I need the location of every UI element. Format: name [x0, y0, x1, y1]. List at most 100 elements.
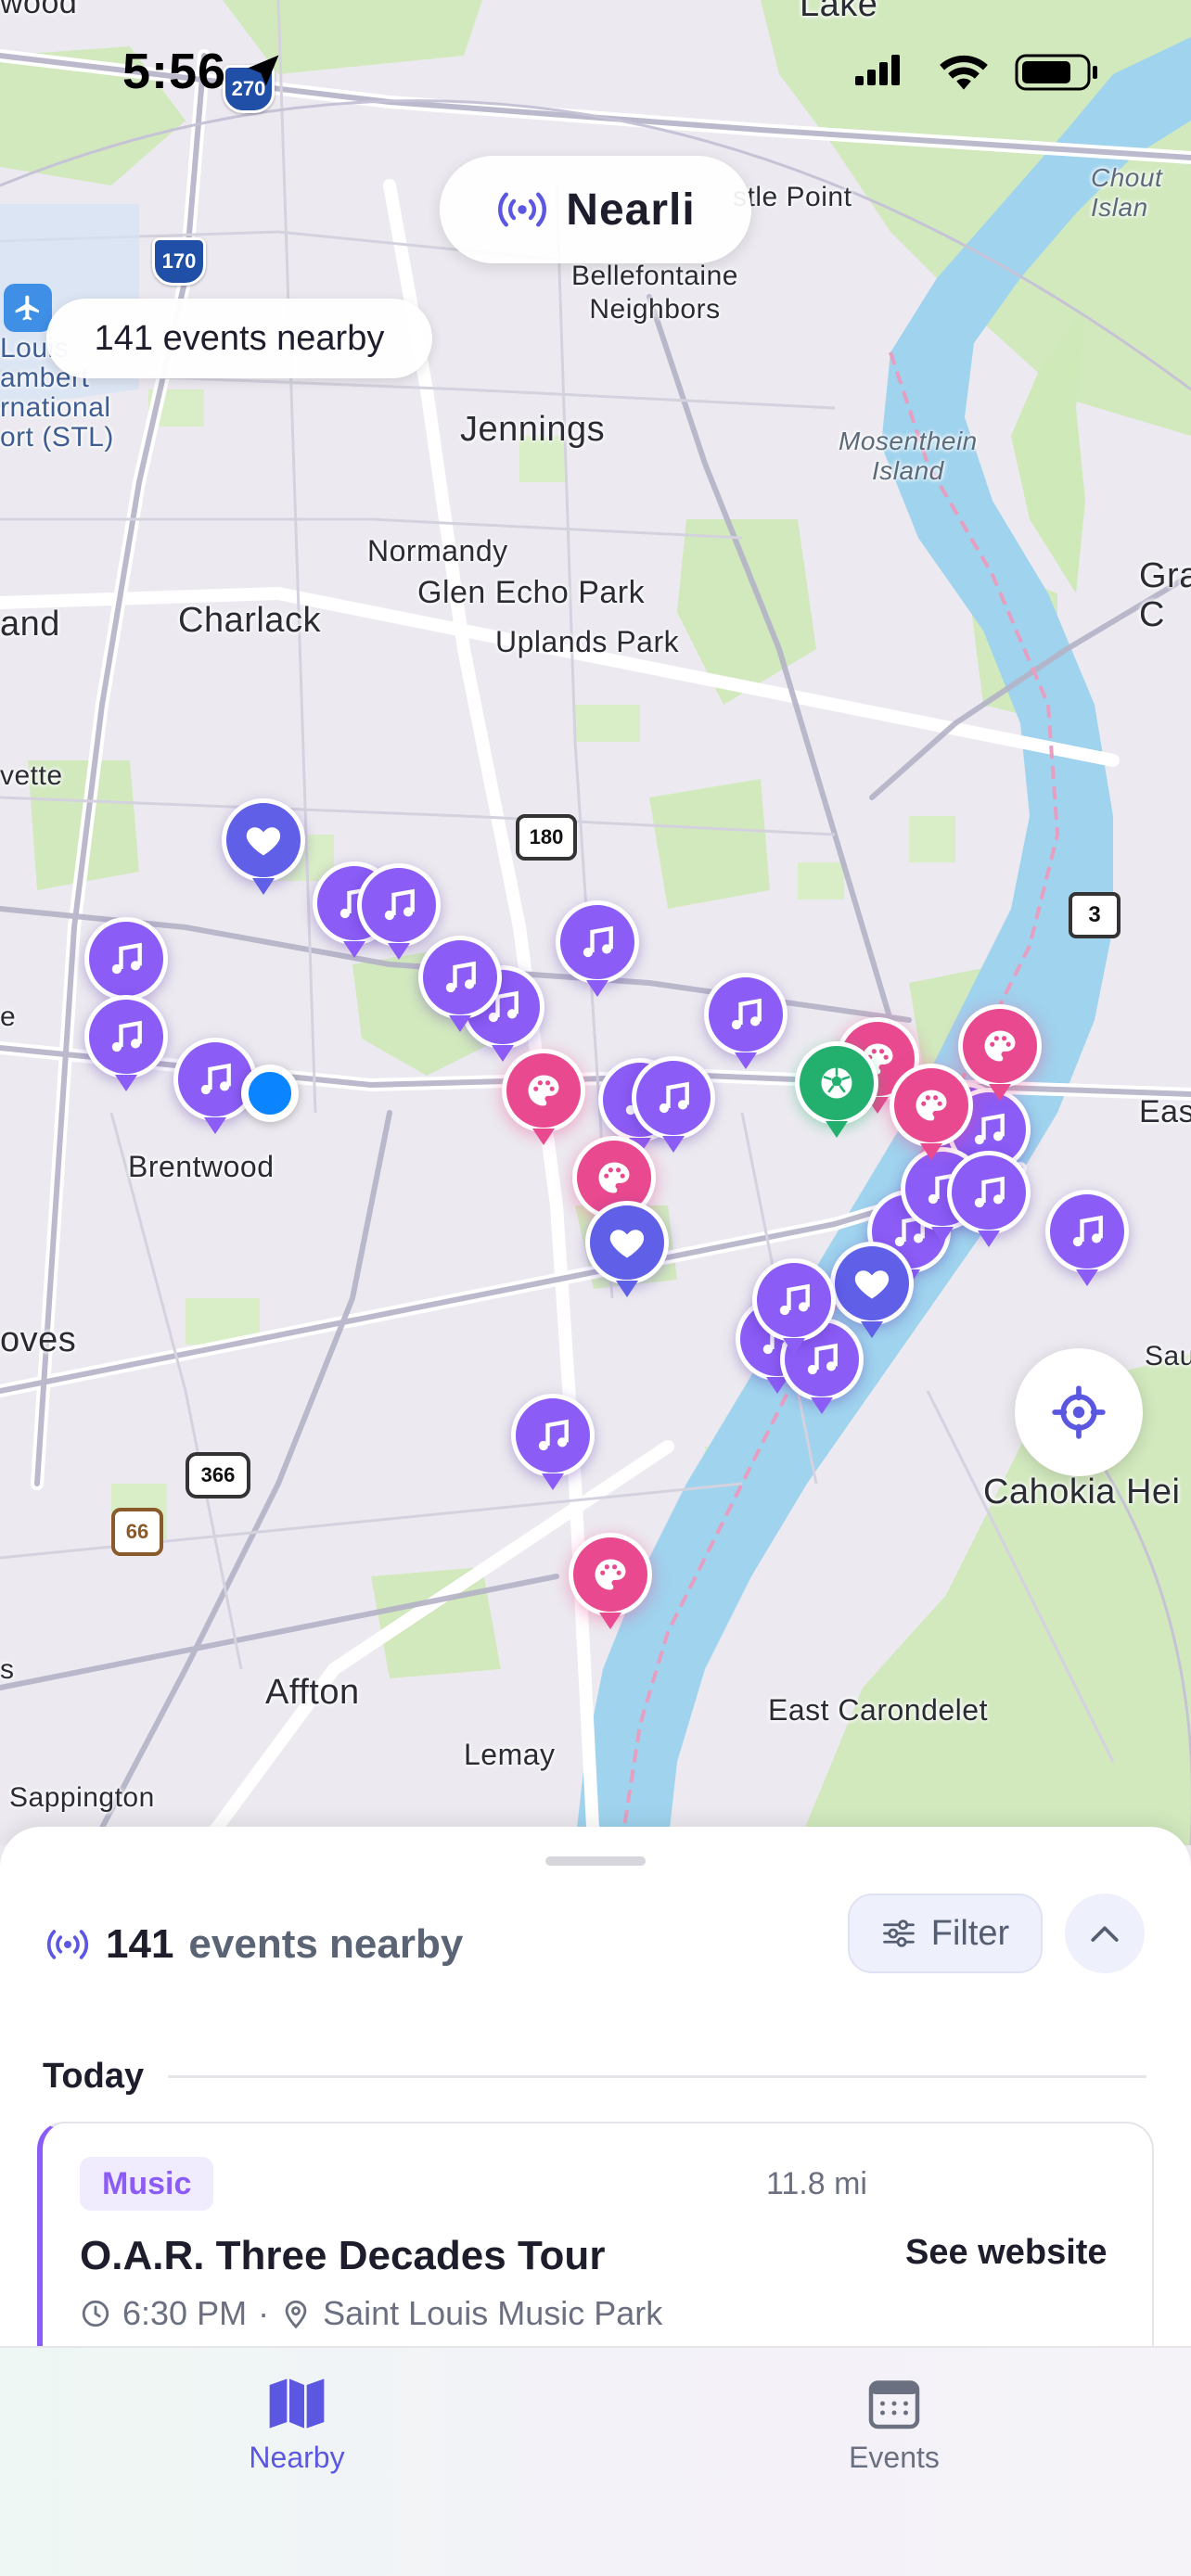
event-marker-music[interactable]	[704, 973, 788, 1075]
section-title: Today	[43, 2057, 145, 2096]
clock-icon	[82, 2300, 109, 2327]
event-marker-sport[interactable]	[795, 1041, 878, 1143]
music-note-icon	[974, 1113, 1005, 1145]
heart-icon	[854, 1270, 890, 1299]
event-marker-art[interactable]	[890, 1064, 973, 1166]
map-label-lake: Lake	[800, 0, 878, 24]
event-marker-heart[interactable]	[585, 1201, 669, 1303]
sheet-header: 141 events nearby	[45, 1921, 463, 1968]
recenter-location-button[interactable]	[1015, 1348, 1143, 1476]
map-label-sappington: Sappington	[9, 1782, 155, 1813]
heart-icon	[246, 827, 281, 856]
broadcast-icon	[46, 1930, 89, 1959]
map-label-gra: Gra C	[1139, 556, 1191, 634]
see-website-link[interactable]: See website	[905, 2233, 1108, 2273]
map-label-eas: Eas	[1139, 1094, 1191, 1129]
map-label-brentwood: Brentwood	[128, 1150, 275, 1183]
music-note-icon	[445, 961, 476, 993]
shield-route-366: 366	[186, 1452, 250, 1498]
music-note-icon	[779, 1283, 810, 1316]
map-icon	[269, 2378, 325, 2429]
event-marker-music[interactable]	[511, 1394, 595, 1496]
event-meta: 6:30 PM · Saint Louis Music Park	[80, 2294, 662, 2333]
map-label-vette: vette	[0, 760, 63, 791]
map-label-bellefontaine: Bellefontaine Neighbors	[571, 261, 738, 325]
tab-nearby[interactable]: Nearby	[204, 2376, 390, 2475]
event-marker-heart[interactable]	[222, 798, 305, 900]
music-note-icon	[200, 1063, 231, 1095]
shield-route-3: 3	[1069, 892, 1121, 938]
map-label-e: e	[0, 1001, 17, 1032]
status-time: 5:56	[122, 44, 227, 99]
meta-separator: ·	[258, 2294, 270, 2332]
events-count-pill: 141 events nearby	[46, 299, 432, 378]
map-label-lemay: Lemay	[464, 1738, 556, 1771]
cellular-signal-icon	[855, 55, 900, 85]
map-label-wood: wood	[0, 0, 78, 20]
filter-label: Filter	[930, 1913, 1010, 1953]
map-label-oves: oves	[0, 1320, 77, 1359]
music-note-icon	[538, 1419, 569, 1451]
map-label-charlack: Charlack	[178, 601, 321, 640]
event-marker-music[interactable]	[752, 1258, 836, 1360]
shield-us66: 66	[111, 1508, 163, 1556]
map-label-uplands: Uplands Park	[495, 625, 680, 658]
tab-bar: Nearby Events	[0, 2346, 1191, 2576]
event-marker-music[interactable]	[556, 900, 639, 1002]
event-venue: Saint Louis Music Park	[323, 2294, 663, 2332]
airport-icon	[4, 284, 52, 332]
music-note-icon	[111, 942, 142, 975]
chevron-up-icon	[1091, 1926, 1119, 1942]
status-bar: 5:56	[0, 37, 1191, 102]
map-label-east-carondelet: East Carondelet	[768, 1693, 988, 1727]
music-note-icon	[731, 998, 762, 1030]
location-pin-icon	[285, 2300, 307, 2329]
map-label-s: s	[0, 1654, 15, 1685]
events-count-label: events nearby	[188, 1921, 464, 1967]
shield-route-180: 180	[516, 814, 577, 861]
map-label-land: and	[0, 605, 60, 644]
screen: wood Lake stle Point Chout Islan Bellefo…	[0, 0, 1191, 2576]
event-marker-music[interactable]	[418, 936, 502, 1038]
palette-icon	[984, 1030, 1016, 1062]
event-marker-music[interactable]	[84, 995, 168, 1097]
filter-button[interactable]: Filter	[848, 1894, 1043, 1973]
wifi-icon	[940, 55, 988, 90]
map-label-normandy: Normandy	[367, 534, 508, 567]
palette-icon	[598, 1162, 630, 1193]
events-count: 141	[106, 1921, 174, 1967]
app-title-pill: Nearli	[440, 156, 751, 263]
palette-icon	[595, 1559, 626, 1590]
tab-events[interactable]: Events	[801, 2376, 987, 2475]
section-divider	[168, 2075, 1146, 2078]
map-label-sauge: Sauge	[1145, 1341, 1191, 1371]
calendar-icon	[868, 2380, 920, 2429]
section-header-today: Today	[43, 2057, 1146, 2097]
music-note-icon	[974, 1176, 1005, 1208]
expand-sheet-button[interactable]	[1065, 1894, 1145, 1973]
sheet-drag-handle[interactable]	[545, 1856, 646, 1866]
event-card[interactable]: Music 11.8 mi O.A.R. Three Decades Tour …	[37, 2122, 1154, 2346]
map-label-mosenthein: Mosenthein Island	[839, 427, 978, 485]
broadcast-icon	[498, 192, 547, 227]
event-marker-music[interactable]	[947, 1151, 1031, 1253]
palette-icon	[916, 1090, 947, 1121]
map-label-chouteau: Chout Islan	[1091, 163, 1163, 222]
music-note-icon	[583, 925, 613, 958]
user-location-dot	[241, 1065, 299, 1122]
event-marker-music[interactable]	[1045, 1190, 1129, 1292]
map-view[interactable]: wood Lake stle Point Chout Islan Bellefo…	[0, 0, 1191, 1845]
event-title: O.A.R. Three Decades Tour	[80, 2233, 606, 2278]
crosshair-icon	[1052, 1385, 1106, 1439]
events-bottom-sheet[interactable]: 141 events nearby Filter Today Music 11.…	[0, 1827, 1191, 2346]
music-note-icon	[384, 888, 415, 921]
palette-icon	[528, 1075, 559, 1106]
heart-icon	[609, 1230, 645, 1258]
category-tag: Music	[80, 2157, 214, 2211]
event-marker-art[interactable]	[569, 1533, 652, 1635]
map-label-glen-echo: Glen Echo Park	[417, 575, 646, 610]
app-name: Nearli	[566, 185, 696, 235]
shield-i170: 170	[152, 237, 206, 286]
music-note-icon	[659, 1081, 689, 1114]
tab-label: Nearby	[249, 2441, 345, 2474]
